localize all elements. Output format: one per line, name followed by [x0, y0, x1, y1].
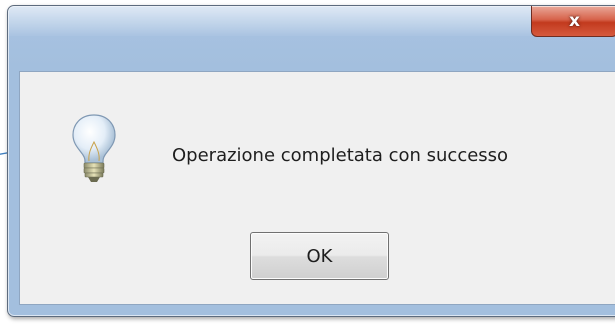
ok-button-label: OK	[306, 245, 333, 267]
close-label: x	[569, 11, 580, 31]
close-button[interactable]: x	[531, 6, 615, 37]
lightbulb-icon	[72, 114, 116, 182]
dialog-message: Operazione completata con successo	[172, 145, 509, 166]
ok-button[interactable]: OK	[250, 232, 389, 280]
